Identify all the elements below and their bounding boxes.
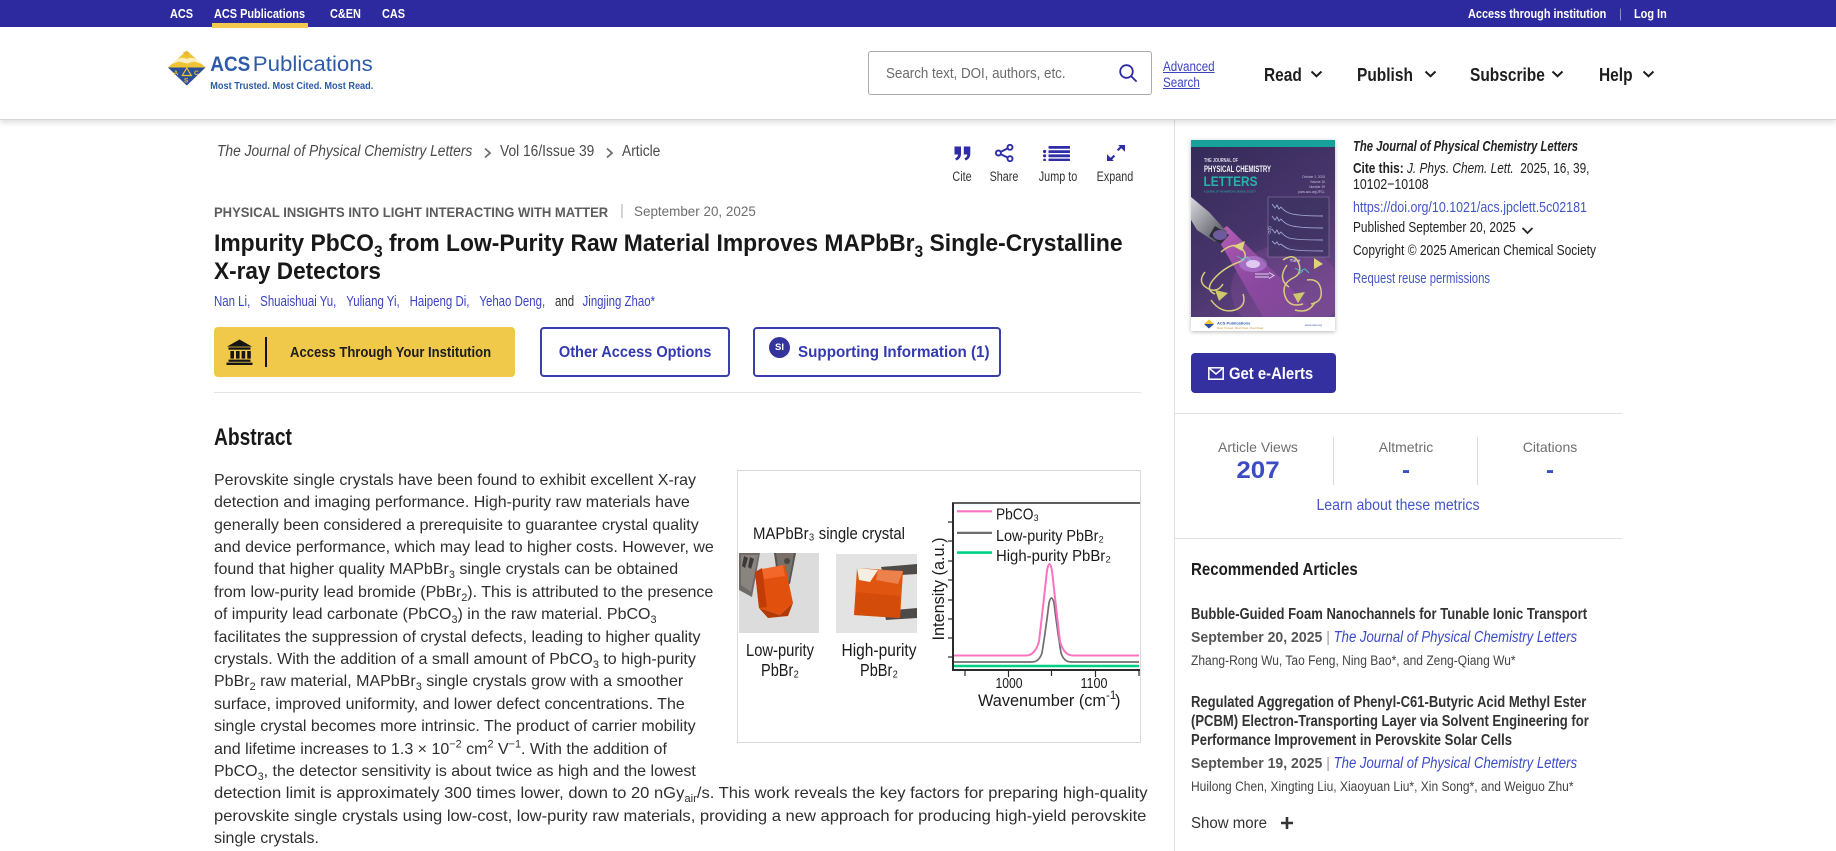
svg-text:pubs.acs.org/JPCL: pubs.acs.org/JPCL [1298, 190, 1325, 194]
svg-text:October 2, 2025: October 2, 2025 [1302, 175, 1325, 179]
svg-text:S: S [184, 78, 189, 85]
svg-text:Publications: Publications [253, 53, 373, 76]
svg-text:Low-purity: Low-purity [746, 640, 814, 660]
svg-text:1100: 1100 [1081, 676, 1108, 692]
svg-text:C: C [194, 70, 199, 77]
svg-text:ACS Publications: ACS Publications [1217, 321, 1251, 326]
svg-text:1000: 1000 [996, 676, 1023, 692]
svg-text:): ) [1115, 692, 1121, 710]
svg-text:High-purity PbBr₂: High-purity PbBr₂ [996, 548, 1111, 565]
svg-text:Number 39: Number 39 [1309, 185, 1325, 189]
svg-text:Intensity (a.u.): Intensity (a.u.) [930, 538, 948, 641]
svg-text:PbBr₂: PbBr₂ [761, 660, 799, 680]
svg-text:ACS: ACS [210, 53, 250, 76]
svg-text:MAPbBr₃ single crystal: MAPbBr₃ single crystal [753, 524, 905, 543]
svg-text:A: A [174, 70, 179, 77]
svg-text:PbCO₃: PbCO₃ [996, 506, 1039, 523]
svg-text:PHYSICAL CHEMISTRY: PHYSICAL CHEMISTRY [1204, 164, 1271, 174]
svg-text:Volume 16: Volume 16 [1310, 180, 1325, 184]
svg-text:High-purity: High-purity [842, 640, 917, 660]
svg-text:PbBr₂: PbBr₂ [860, 660, 898, 680]
svg-text:LETTERS: LETTERS [1204, 174, 1258, 189]
svg-text:Most Trusted. Most Cited. Most: Most Trusted. Most Cited. Most Read. [210, 80, 373, 92]
svg-text:Low-purity PbBr₂: Low-purity PbBr₂ [996, 528, 1104, 545]
svg-text:G(t): G(t) [1267, 226, 1272, 234]
svg-text:Wavenumber (cm: Wavenumber (cm [978, 692, 1106, 710]
svg-text:www.acs.org: www.acs.org [1305, 323, 1322, 327]
svg-text:A JOURNAL OF THE AMERICAN CHEM: A JOURNAL OF THE AMERICAN CHEMICAL SOCIE… [1204, 190, 1256, 194]
svg-text:Most Trusted. Most Cited. Most: Most Trusted. Most Cited. Most Read. [1217, 326, 1264, 330]
